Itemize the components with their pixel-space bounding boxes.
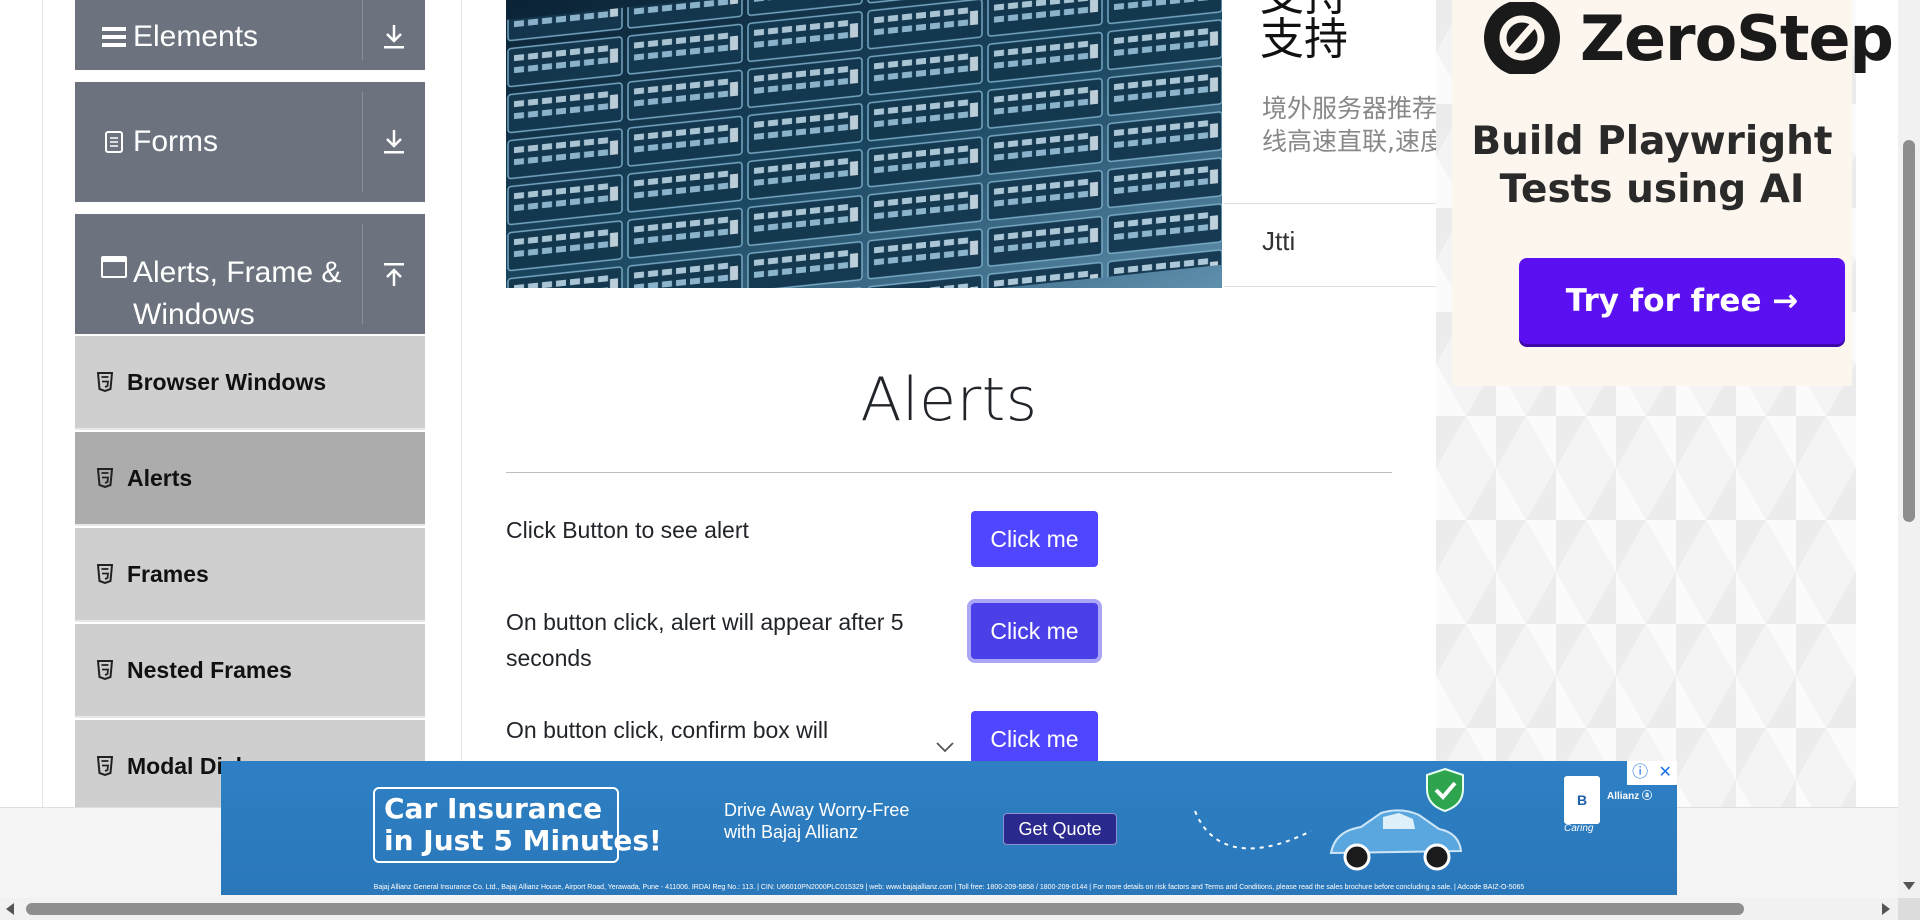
zerostep-brand: ZeroStep: [1580, 2, 1894, 75]
html5-icon: [97, 660, 119, 680]
get-quote-button[interactable]: Get Quote: [1003, 813, 1117, 845]
scroll-right-arrow-icon[interactable]: [1882, 903, 1890, 915]
bajaj-allianz-banner-ad[interactable]: Car Insurance in Just 5 Minutes! Drive A…: [221, 761, 1677, 895]
sidebar-item-browser-windows[interactable]: Browser Windows: [75, 336, 425, 430]
download-arrow-icon[interactable]: [363, 82, 425, 202]
html5-icon: [97, 564, 119, 584]
document-icon: [99, 130, 129, 154]
html5-icon: [97, 756, 119, 776]
confirm-row-label: On button click, confirm box will: [506, 717, 829, 743]
zerostep-headline: Build Playwright Tests using AI: [1452, 118, 1852, 214]
ad-brand: Jtti: [1262, 226, 1296, 256]
sidebar-group-alerts-frame-windows[interactable]: Alerts, Frame & Windows: [75, 214, 425, 334]
timer-alert-button[interactable]: Click me: [971, 603, 1098, 659]
alert-button[interactable]: Click me: [971, 511, 1098, 567]
sidebar-group-forms[interactable]: Forms: [75, 82, 425, 202]
server-rack-ad-image[interactable]: [506, 0, 1222, 288]
sidebar-item-nested-frames[interactable]: Nested Frames: [75, 624, 425, 718]
vertical-scrollbar[interactable]: [1898, 0, 1920, 898]
hosting-ad-card[interactable]: 支持 ·· 支持 境外服务器推荐 线高速直联,速度 Jtti: [1224, 0, 1436, 288]
html5-icon: [97, 372, 119, 392]
html5-icon: [97, 468, 119, 488]
horizontal-scrollbar[interactable]: [0, 898, 1920, 920]
download-arrow-icon[interactable]: [363, 0, 425, 70]
try-for-free-button[interactable]: Try for free →: [1519, 258, 1845, 344]
dotted-path-icon: [1194, 810, 1312, 850]
sidebar-item-frames[interactable]: Frames: [75, 528, 425, 622]
ad-description-line: 线高速直联,速度: [1262, 127, 1436, 156]
hamburger-icon: [99, 26, 129, 48]
zerostep-ad[interactable]: ZeroStep Build Playwright Tests using AI…: [1452, 0, 1894, 386]
banner-headline-line: Car Insurance: [384, 792, 603, 825]
zerostep-headline-line: Tests using AI: [1499, 167, 1805, 212]
vertical-scrollbar-thumb[interactable]: [1903, 140, 1915, 522]
upload-arrow-icon[interactable]: [363, 214, 425, 334]
ad-title: 支持: [1260, 14, 1348, 65]
ad-description: 境外服务器推荐 线高速直联,速度: [1262, 92, 1436, 158]
ad-controls: ⓘ ✕: [1627, 761, 1677, 785]
shield-check-icon: [1426, 767, 1464, 813]
divider: [506, 472, 1392, 473]
ad-close-icon[interactable]: ✕: [1658, 763, 1671, 783]
timer-alert-row-label: On button click, alert will appear after…: [506, 609, 904, 671]
scroll-left-arrow-icon[interactable]: [6, 903, 14, 915]
window-icon: [99, 256, 129, 278]
chevron-down-icon[interactable]: [935, 740, 955, 758]
zerostep-logo-icon: [1482, 0, 1562, 76]
banner-tagline: Drive Away Worry-Free with Bajaj Allianz: [724, 799, 909, 843]
scroll-down-arrow-icon[interactable]: [1903, 882, 1915, 890]
banner-logo-name: Allianz ⓐ: [1607, 791, 1653, 802]
banner-tagline-line: with Bajaj Allianz: [724, 822, 859, 842]
sidebar-item-alerts[interactable]: Alerts: [75, 432, 425, 526]
sidebar-item-label: Browser Windows: [127, 368, 327, 395]
alert-row-label: Click Button to see alert: [506, 517, 749, 543]
sidebar-item-label: Frames: [127, 560, 209, 587]
page-title: Alerts: [860, 365, 1038, 435]
banner-headline: Car Insurance in Just 5 Minutes!: [384, 793, 662, 857]
sidebar-group-elements[interactable]: Elements: [75, 0, 425, 70]
sidebar-item-label: Nested Frames: [127, 656, 292, 683]
sidebar-item-label: Alerts: [127, 464, 193, 491]
bajaj-logo-icon: B: [1564, 776, 1600, 824]
zerostep-headline-line: Build Playwright: [1471, 119, 1833, 164]
banner-logo-tagline: Caring: [1564, 823, 1594, 834]
banner-fine-print: Bajaj Allianz General Insurance Co. Ltd.…: [373, 884, 1525, 891]
banner-tagline-line: Drive Away Worry-Free: [724, 800, 910, 820]
confirm-button[interactable]: Click me: [971, 711, 1098, 767]
left-panel: Elements Forms Alerts, Frame & Windows B…: [42, 0, 462, 814]
ad-info-icon[interactable]: ⓘ: [1632, 763, 1648, 783]
ad-description-line: 境外服务器推荐: [1262, 94, 1436, 123]
banner-headline-line: in Just 5 Minutes!: [384, 824, 662, 857]
horizontal-scrollbar-thumb[interactable]: [26, 903, 1744, 915]
